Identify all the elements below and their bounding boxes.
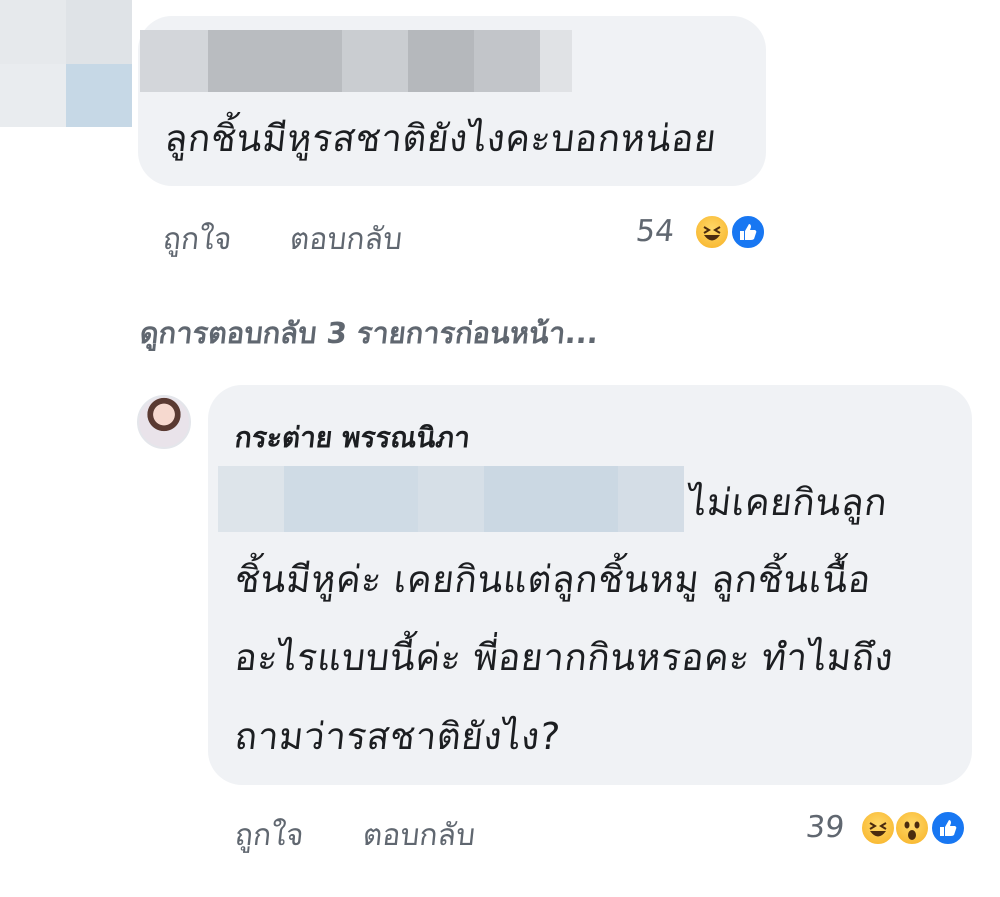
like-button[interactable]: ถูกใจ [233, 812, 307, 859]
comment-text: ลูกชิ้นมีหูรสชาติยังไงคะบอกหน่อย [162, 117, 719, 160]
like-button[interactable]: ถูกใจ [161, 216, 235, 263]
wow-icon [894, 810, 930, 846]
reply-text-line-1: ไม่เคยกินลูก [685, 481, 890, 524]
censored-avatar [0, 0, 132, 127]
censored-text [218, 466, 684, 532]
reply-text-line-4: ถามว่ารสชาติยังไง? [232, 715, 563, 758]
censored-author-name [140, 30, 572, 92]
reaction-count[interactable]: 54 [634, 214, 676, 249]
reaction-count[interactable]: 39 [804, 810, 846, 845]
like-icon [730, 214, 766, 250]
view-previous-replies-link[interactable]: ดูการตอบกลับ 3 รายการก่อนหน้า... [138, 310, 601, 356]
like-icon [930, 810, 966, 846]
haha-icon [860, 810, 896, 846]
haha-icon [694, 214, 730, 250]
reply-text-line-2: ชิ้นมีหูค่ะ เคยกินแต่ลูกชิ้นหมู ลูกชิ้นเ… [232, 558, 874, 601]
reply-text-line-3: อะไรแบบนี้ค่ะ พี่อยากกินหรอคะ ทำไมถึง [232, 636, 896, 679]
avatar[interactable] [137, 395, 191, 449]
author-name[interactable]: กระต่าย พรรณนิภา [233, 416, 473, 460]
reply-button[interactable]: ตอบกลับ [361, 812, 478, 859]
reply-button[interactable]: ตอบกลับ [288, 216, 405, 263]
